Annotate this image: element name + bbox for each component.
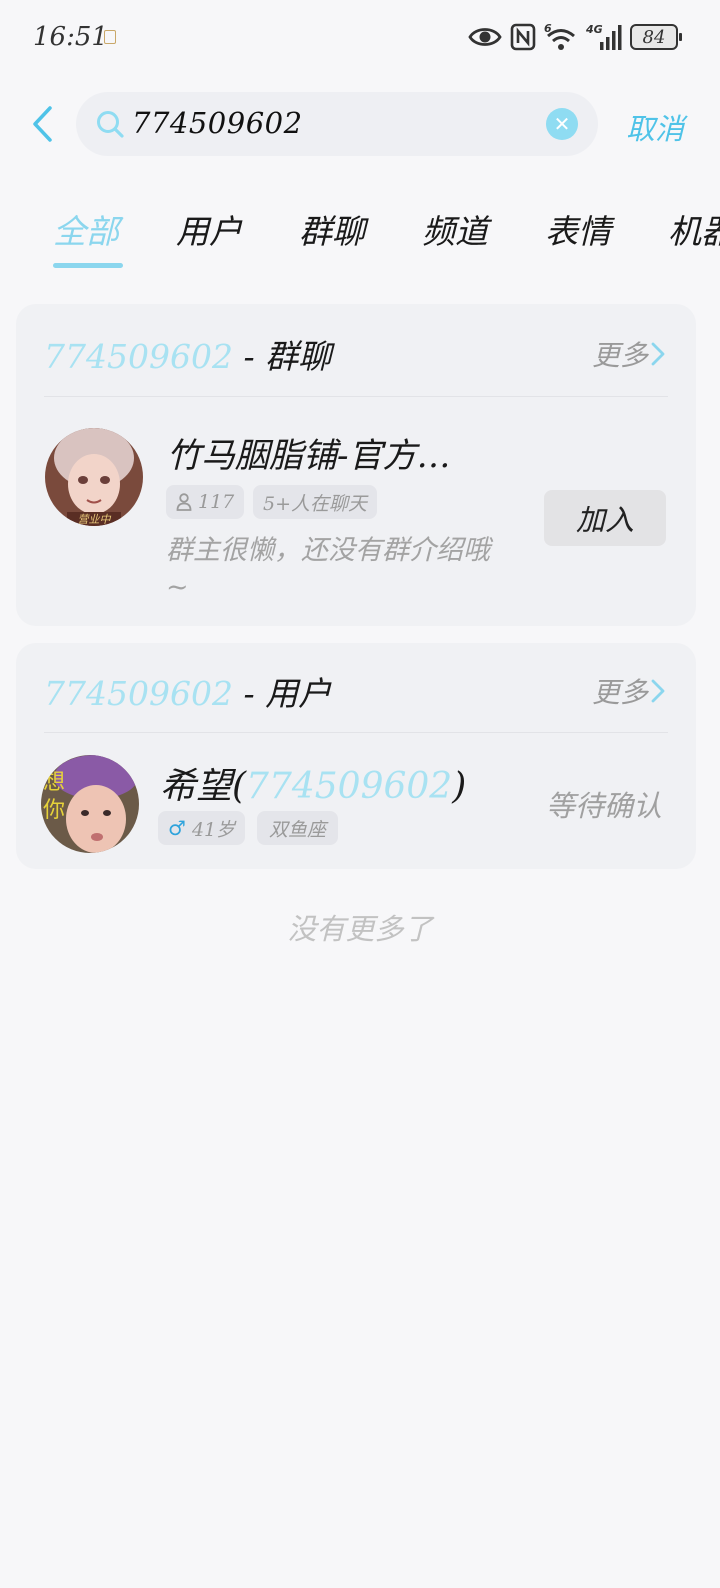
tab-channels[interactable]: 频道 xyxy=(422,205,488,253)
signal-icon: 4G xyxy=(586,23,622,50)
male-icon: ♂ xyxy=(168,816,186,840)
tab-active-indicator xyxy=(53,263,123,268)
battery-indicator: 84 xyxy=(630,24,682,50)
network-type: 4G xyxy=(586,23,603,36)
member-count: 117 xyxy=(198,491,235,513)
user-section-title: 774509602 - 用户 xyxy=(44,667,331,715)
search-bar[interactable]: 774509602 ✕ xyxy=(76,92,598,156)
pending-status: 等待确认 xyxy=(546,789,663,823)
search-icon xyxy=(97,111,124,138)
group-more-link[interactable]: 更多 xyxy=(592,334,666,374)
group-section-label: - 群聊 xyxy=(232,337,332,376)
user-avatar: 想你 xyxy=(41,755,139,853)
user-name: 希望(774509602) xyxy=(160,757,466,809)
nfc-icon xyxy=(510,23,536,51)
zodiac-chip: 双鱼座 xyxy=(257,811,339,845)
svg-text:营业中: 营业中 xyxy=(78,513,112,526)
user-results-card: 774509602 - 用户 更多 想你 希望(774509602) ♂ 41岁 xyxy=(16,643,696,869)
gender-age-chip: ♂ 41岁 xyxy=(158,811,246,845)
user-result-item[interactable]: 想你 希望(774509602) ♂ 41岁 双鱼座 等待确认 xyxy=(16,743,696,863)
user-age: 41岁 xyxy=(191,818,236,841)
tab-users[interactable]: 用户 xyxy=(176,205,242,253)
wifi-icon: 6 xyxy=(544,22,575,50)
user-more-label: 更多 xyxy=(591,676,648,709)
person-icon xyxy=(176,493,192,511)
chevron-right-icon xyxy=(651,679,665,703)
battery-level: 84 xyxy=(642,26,666,48)
chevron-right-icon xyxy=(651,342,665,366)
avatar-overlay-text: 想你 xyxy=(43,770,66,823)
user-section-query: 774509602 xyxy=(44,674,233,713)
group-section-query: 774509602 xyxy=(44,337,233,376)
eye-icon xyxy=(468,28,502,46)
join-button[interactable]: 加入 xyxy=(544,490,666,546)
group-section-title: 774509602 - 群聊 xyxy=(44,330,331,378)
status-time: 16:51 xyxy=(33,22,108,52)
active-chat-chip: 5+人在聊天 xyxy=(253,485,378,519)
group-name: 竹马胭脂铺-官方… xyxy=(167,436,451,476)
user-id: 774509602 xyxy=(246,766,453,807)
user-name-close: ) xyxy=(452,766,467,807)
group-more-label: 更多 xyxy=(591,339,648,372)
tab-stickers[interactable]: 表情 xyxy=(545,205,611,253)
notification-icon xyxy=(104,30,116,44)
clear-icon[interactable]: ✕ xyxy=(546,108,578,140)
divider xyxy=(44,396,668,397)
group-description: 群主很懒，还没有群介绍哦~ xyxy=(166,535,490,603)
group-results-card: 774509602 - 群聊 更多 营业中 竹马胭脂铺-官方… 117 5+人在… xyxy=(16,304,696,626)
user-more-link[interactable]: 更多 xyxy=(592,671,666,711)
user-nickname: 希望( xyxy=(160,766,247,807)
tab-bots[interactable]: 机器 xyxy=(668,205,720,253)
user-section-label: - 用户 xyxy=(232,674,332,713)
chevron-left-icon xyxy=(33,106,52,142)
cancel-button[interactable]: 取消 xyxy=(626,106,684,148)
status-icons: 6 4G 84 xyxy=(468,20,682,54)
search-input[interactable]: 774509602 xyxy=(132,106,303,140)
tab-all[interactable]: 全部 xyxy=(53,205,119,253)
member-count-chip: 117 xyxy=(166,485,245,519)
no-more-results: 没有更多了 xyxy=(287,912,433,946)
group-avatar: 营业中 xyxy=(45,428,143,526)
tab-groups[interactable]: 群聊 xyxy=(299,205,365,253)
divider xyxy=(44,732,668,733)
back-button[interactable] xyxy=(26,104,58,144)
group-result-item[interactable]: 营业中 竹马胭脂铺-官方… 117 5+人在聊天 群主很懒，还没有群介绍哦~ 加… xyxy=(16,414,696,614)
